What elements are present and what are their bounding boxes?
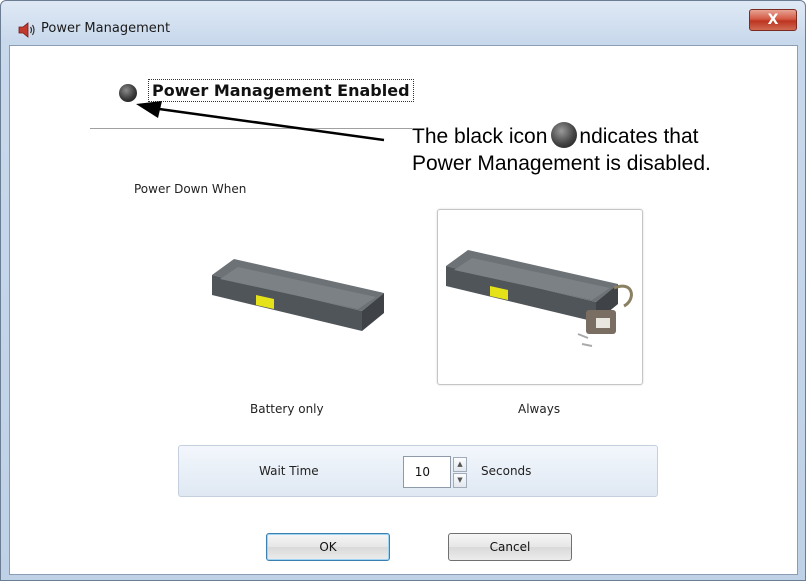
chevron-up-icon: ▲ [457,460,463,468]
battery-only-label: Battery only [250,402,324,416]
annotation-text-end: ndicates that [579,125,699,148]
chevron-down-icon: ▼ [457,476,463,484]
close-icon: X [767,12,779,28]
option-always[interactable] [437,209,643,385]
power-management-dialog: Power Management X Power Management Enab… [0,0,806,581]
power-management-indicator-icon[interactable] [119,84,137,102]
seconds-label: Seconds [481,464,532,478]
battery-icon [212,259,384,331]
wait-time-input[interactable]: 10 [403,456,451,488]
annotation-callout: The black icon ndicates that Power Manage… [412,122,797,177]
speaker-icon [18,22,35,38]
spin-down-button[interactable]: ▼ [453,473,467,488]
annotation-text-line2: Power Management is disabled. [412,152,711,175]
annotation-text-start: The black icon [412,125,548,148]
option-battery-only[interactable] [194,209,400,385]
wait-time-panel: Wait Time 10 ▲ ▼ Seconds [178,445,658,497]
always-label: Always [518,402,561,416]
dialog-content: Power Management Enabled The black icon n… [9,45,798,575]
ok-button[interactable]: OK [266,533,390,561]
close-button[interactable]: X [749,9,797,31]
wait-time-label: Wait Time [259,464,319,478]
black-indicator-icon [551,122,578,148]
power-down-when-label: Power Down When [134,182,247,196]
power-management-enabled-toggle[interactable]: Power Management Enabled [148,79,414,102]
spin-up-button[interactable]: ▲ [453,457,467,472]
cancel-button[interactable]: Cancel [448,533,572,561]
battery-with-plug-icon [446,250,633,347]
window-title: Power Management [41,21,171,36]
title-bar: Power Management X [1,1,805,45]
